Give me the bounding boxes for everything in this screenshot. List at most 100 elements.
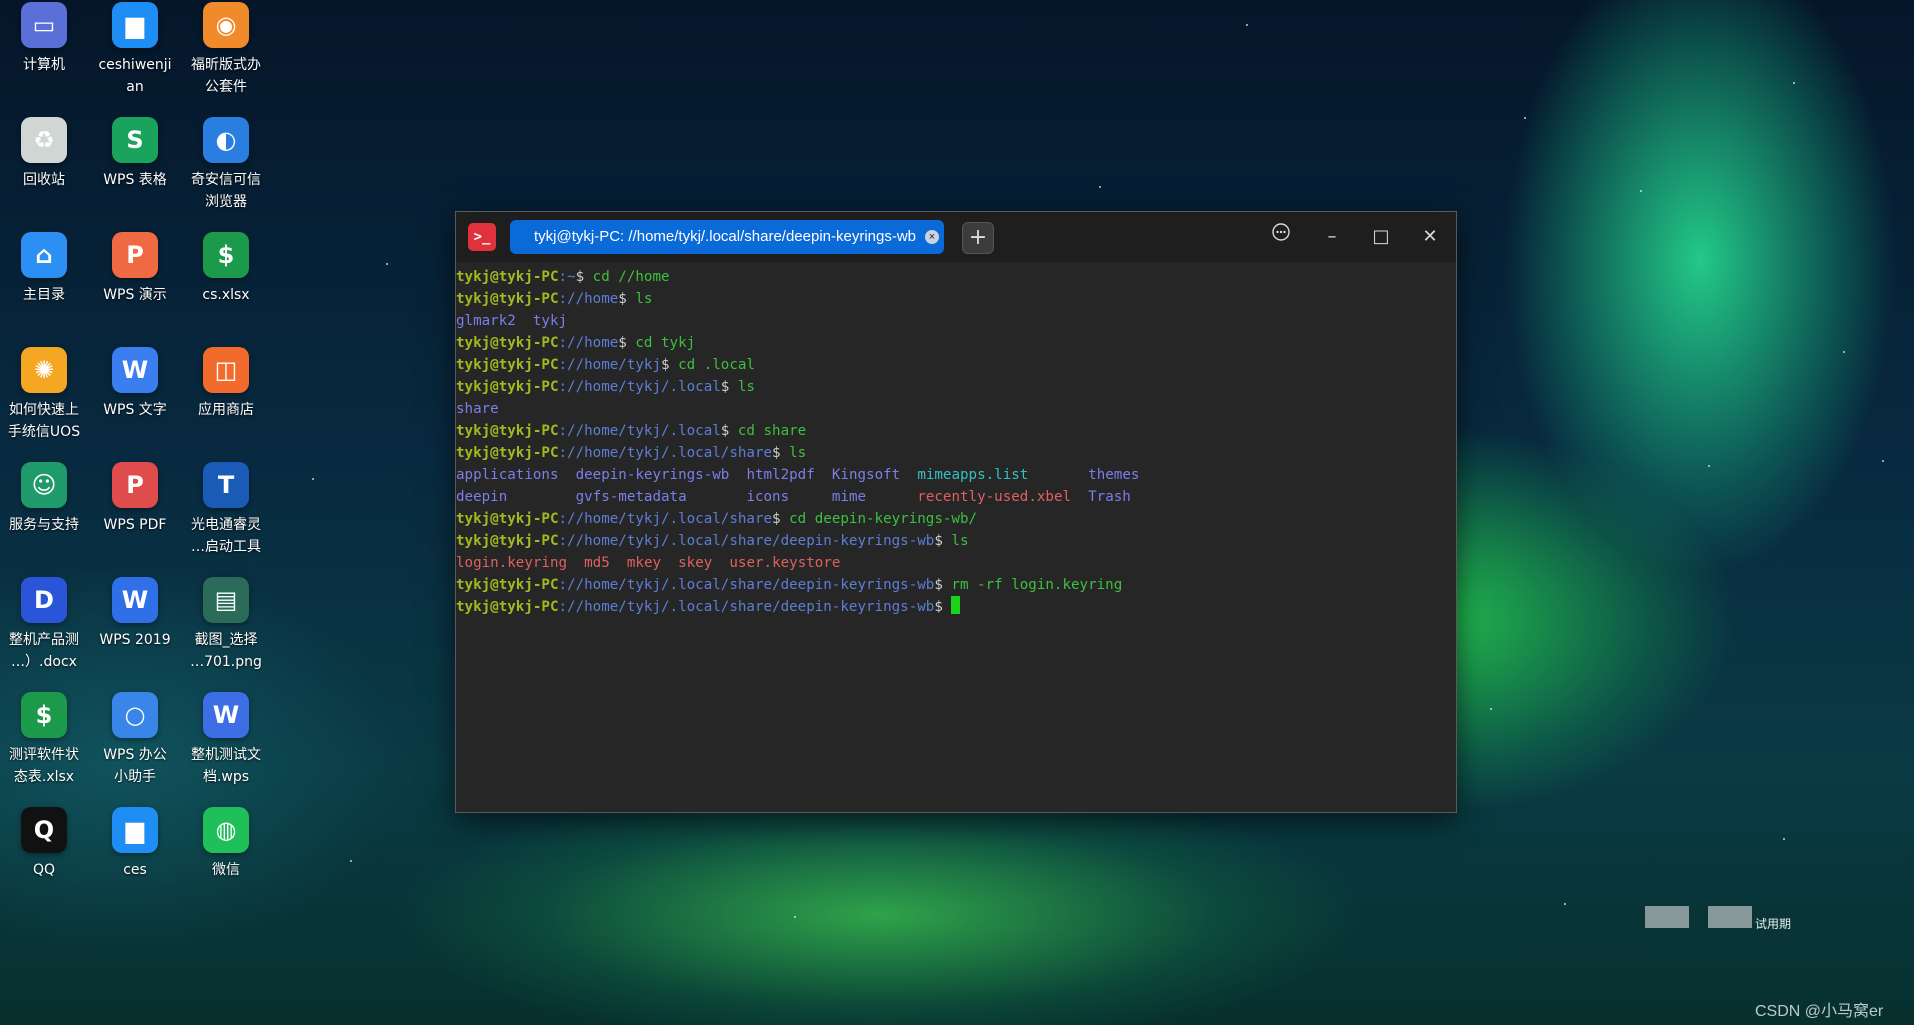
output-item: mimeapps.list — [917, 467, 1029, 483]
desktop-icon-label: 奇安信可信 浏览器 — [191, 172, 261, 210]
output-item — [687, 489, 747, 505]
desktop-icon[interactable]: ○ WPS 办公 小助手 — [91, 692, 179, 788]
desktop-icon-label: ces — [123, 862, 147, 878]
prompt-user: tykj@tykj-PC — [456, 445, 559, 461]
output-item: icons — [746, 489, 790, 505]
terminal-output[interactable]: tykj@tykj-PC:~$ cd //home tykj@tykj-PC://… — [456, 262, 1456, 618]
desktop-icon[interactable]: ◐ 奇安信可信 浏览器 — [182, 117, 270, 213]
desktop-icon[interactable]: W 整机测试文 档.wps — [182, 692, 270, 788]
star — [1783, 838, 1785, 840]
prompt-path: ://home/tykj/.local/share — [558, 445, 773, 461]
maximize-button[interactable]: □ — [1365, 222, 1397, 252]
prompt-line: tykj@tykj-PC://home/tykj/.local/share/de… — [456, 596, 1456, 618]
output-item — [559, 467, 576, 483]
prompt-line: tykj@tykj-PC://home/tykj/.local/share/de… — [456, 530, 1456, 552]
desktop-icon[interactable]: Q QQ — [0, 807, 88, 881]
star — [1524, 117, 1526, 119]
wps-presentation-icon: P — [112, 232, 158, 278]
trash-icon: ♻ — [21, 117, 67, 163]
new-tab-button[interactable]: + — [962, 222, 994, 254]
output-item: themes — [1088, 467, 1140, 483]
terminal-titlebar[interactable]: >_ tykj@tykj-PC: //home/tykj/.local/shar… — [456, 212, 1456, 262]
prompt-path: ://home/tykj/.local — [558, 423, 721, 439]
desktop-icon[interactable]: ◫ 应用商店 — [182, 347, 270, 421]
terminal-app-icon: >_ — [468, 223, 496, 251]
desktop-icon-label: WPS 2019 — [99, 632, 171, 648]
prompt-path: ://home/tykj/.local/share/deepin-keyring… — [558, 533, 935, 549]
output-item — [567, 555, 584, 571]
output-item: recently-used.xbel — [917, 489, 1072, 505]
desktop-icon-label: WPS 办公 小助手 — [103, 747, 167, 785]
output-item: deepin — [456, 489, 508, 505]
desktop-icon[interactable]: ✺ 如何快速上 手统信UOS — [0, 347, 88, 443]
prompt-symbol: $ — [661, 357, 670, 373]
output-item: applications — [456, 467, 559, 483]
tab-active[interactable]: tykj@tykj-PC: //home/tykj/.local/share/d… — [510, 220, 944, 254]
prompt-symbol: $ — [618, 335, 627, 351]
output-item: mime — [831, 489, 867, 505]
output-line: share — [456, 398, 1456, 420]
desktop-icon[interactable]: W WPS 文字 — [91, 347, 179, 421]
watermark: CSDN @小马窝er — [1755, 1003, 1884, 1020]
qq-icon: Q — [21, 807, 67, 853]
trial-block — [1645, 906, 1689, 928]
desktop-icon-label: cs.xlsx — [202, 287, 250, 303]
output-line: login.keyring md5 mkey skey user.keystor… — [456, 552, 1456, 574]
desktop-icon-label: 主目录 — [23, 287, 65, 303]
desktop-icon[interactable]: ◉ 福昕版式办 公套件 — [182, 2, 270, 98]
prompt-user: tykj@tykj-PC — [456, 599, 559, 615]
command-text: ls — [780, 445, 807, 461]
desktop-icon[interactable]: W WPS 2019 — [91, 577, 179, 651]
desktop-icon[interactable]: ▭ 计算机 — [0, 2, 88, 76]
desktop-icon-label: WPS PDF — [103, 517, 167, 533]
trial-block — [1708, 906, 1752, 928]
desktop-icon[interactable]: ▆ ces — [91, 807, 179, 881]
browser-icon: ◐ — [203, 117, 249, 163]
home-folder-icon: ⌂ — [21, 232, 67, 278]
tab-close-icon[interactable]: × — [925, 230, 939, 244]
star — [1099, 186, 1101, 188]
wps-spreadsheet-icon: S — [112, 117, 158, 163]
wps-pdf-icon: P — [112, 462, 158, 508]
prompt-path: ://home/tykj — [558, 357, 662, 373]
desktop-icon[interactable]: $ cs.xlsx — [182, 232, 270, 306]
output-item — [815, 467, 832, 483]
desktop-icon[interactable]: ♻ 回收站 — [0, 117, 88, 191]
output-item — [507, 489, 575, 505]
wps-writer-icon: W — [112, 347, 158, 393]
desktop-icon-label: 回收站 — [23, 172, 65, 188]
close-button[interactable]: ✕ — [1414, 222, 1446, 252]
desktop-icon[interactable]: ▤ 截图_选择 …701.png — [182, 577, 270, 673]
desktop-icon[interactable]: ◍ 微信 — [182, 807, 270, 881]
desktop-icon-label: 测评软件状 态表.xlsx — [9, 747, 79, 785]
desktop-icon[interactable]: ▆ ceshiwenji an — [91, 2, 179, 98]
desktop-icon[interactable]: T 光电通睿灵 …启动工具 — [182, 462, 270, 558]
command-text — [943, 599, 952, 615]
desktop-icon[interactable]: P WPS PDF — [91, 462, 179, 536]
terminal-window[interactable]: >_ tykj@tykj-PC: //home/tykj/.local/shar… — [455, 211, 1457, 813]
menu-button[interactable] — [1265, 222, 1297, 252]
desktop-icon[interactable]: D 整机产品测 …）.docx — [0, 577, 88, 673]
desktop-icon[interactable]: ☺ 服务与支持 — [0, 462, 88, 536]
desktop-icon-label: ceshiwenji an — [98, 57, 172, 95]
prompt-user: tykj@tykj-PC — [456, 577, 559, 593]
desktop-icon[interactable]: $ 测评软件状 态表.xlsx — [0, 692, 88, 788]
output-item: tykj — [532, 313, 568, 329]
desktop-icon[interactable]: S WPS 表格 — [91, 117, 179, 191]
prompt-path: :~ — [558, 269, 576, 285]
output-item: html2pdf — [746, 467, 815, 483]
more-options-icon — [1272, 223, 1290, 241]
prompt-line: tykj@tykj-PC://home/tykj/.local/share$ c… — [456, 508, 1456, 530]
output-item — [1071, 489, 1088, 505]
output-item: mkey — [626, 555, 662, 571]
wechat-icon: ◍ — [203, 807, 249, 853]
desktop-icon-label: 微信 — [212, 862, 240, 878]
prompt-line: tykj@tykj-PC://home$ cd tykj — [456, 332, 1456, 354]
minimize-button[interactable]: – — [1316, 222, 1348, 252]
desktop-icon[interactable]: P WPS 演示 — [91, 232, 179, 306]
prompt-line: tykj@tykj-PC://home/tykj$ cd .local — [456, 354, 1456, 376]
prompt-line: tykj@tykj-PC://home/tykj/.local/share/de… — [456, 574, 1456, 596]
star — [1793, 82, 1795, 84]
prompt-path: ://home/tykj/.local — [558, 379, 721, 395]
desktop-icon[interactable]: ⌂ 主目录 — [0, 232, 88, 306]
